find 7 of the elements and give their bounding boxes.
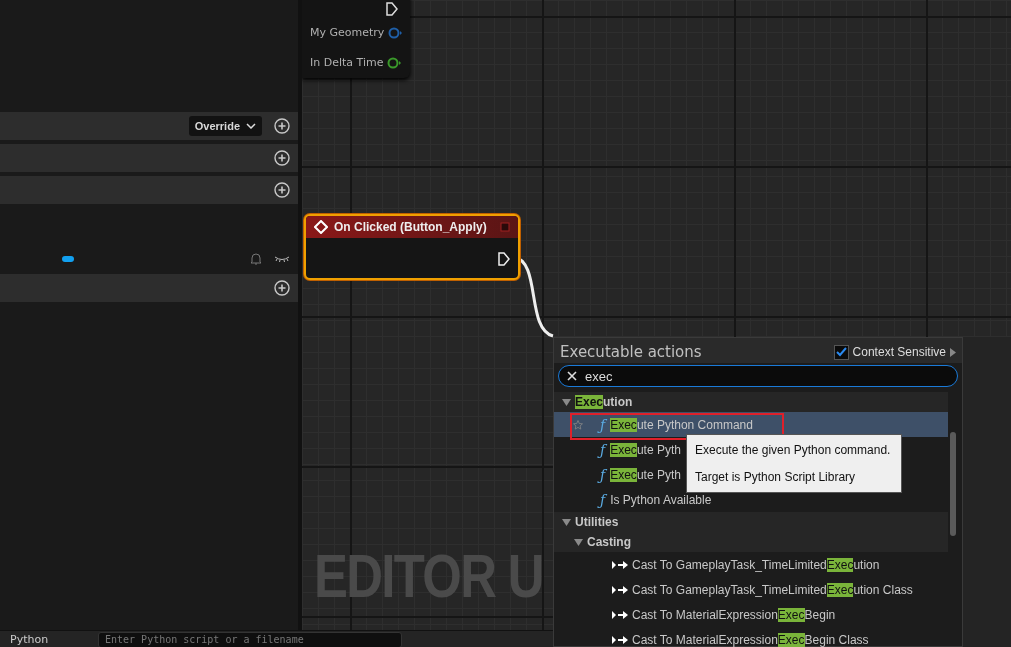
pin-label: My Geometry bbox=[310, 26, 385, 39]
pin-label: In Delta Time bbox=[310, 56, 384, 69]
tooltip-text: Target is Python Script Library bbox=[695, 470, 857, 484]
node-title: On Clicked (Button_Apply) bbox=[334, 220, 487, 234]
tooltip-text: Execute the given Python command. bbox=[695, 443, 892, 457]
menu-title: Executable actions bbox=[560, 343, 702, 361]
console-label: Python bbox=[10, 633, 50, 646]
